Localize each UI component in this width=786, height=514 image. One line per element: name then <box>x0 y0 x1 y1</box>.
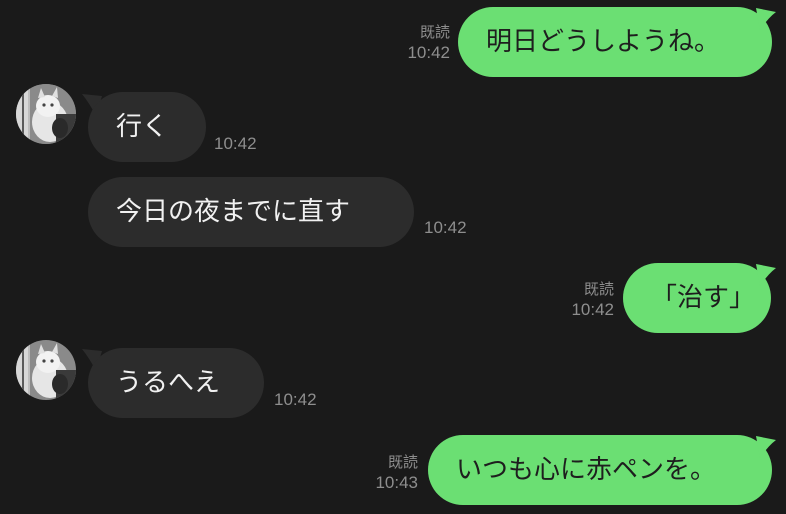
message-time: 10:43 <box>375 473 418 492</box>
message-meta: 既読 10:42 <box>407 24 450 64</box>
read-receipt: 既読 <box>419 24 450 41</box>
message-meta: 既読 10:42 <box>571 281 614 321</box>
cat-avatar-icon <box>16 340 76 400</box>
contact-avatar[interactable] <box>16 84 76 144</box>
message-meta: 既読 10:43 <box>375 454 418 494</box>
message-text: 今日の夜までに直す <box>116 197 351 227</box>
contact-avatar[interactable] <box>16 340 76 400</box>
message-text: 行く <box>116 112 169 142</box>
message-time: 10:42 <box>571 300 614 319</box>
read-receipt: 既読 <box>387 454 418 471</box>
message-time: 10:42 <box>214 134 257 153</box>
bubble-tail <box>756 8 776 30</box>
outgoing-message-bubble[interactable]: いつも心に赤ペンを。 <box>428 435 772 505</box>
outgoing-message-bubble[interactable]: 明日どうしようね。 <box>458 7 772 77</box>
message-time: 10:42 <box>274 390 317 409</box>
message-text: 「治す」 <box>651 283 756 313</box>
incoming-message-bubble[interactable]: うるへえ <box>88 348 264 418</box>
message-text: いつも心に赤ペンを。 <box>456 455 717 485</box>
outgoing-message-bubble[interactable]: 「治す」 <box>623 263 771 333</box>
message-time: 10:42 <box>407 43 450 62</box>
message-text: 明日どうしようね。 <box>486 27 721 57</box>
incoming-message-bubble[interactable]: 今日の夜までに直す <box>88 177 414 247</box>
read-receipt: 既読 <box>583 281 614 298</box>
incoming-message-bubble[interactable]: 行く <box>88 92 206 162</box>
message-text: うるへえ <box>116 368 221 398</box>
bubble-tail <box>756 264 776 286</box>
cat-avatar-icon <box>16 84 76 144</box>
bubble-tail <box>756 436 776 458</box>
message-time: 10:42 <box>424 218 467 237</box>
